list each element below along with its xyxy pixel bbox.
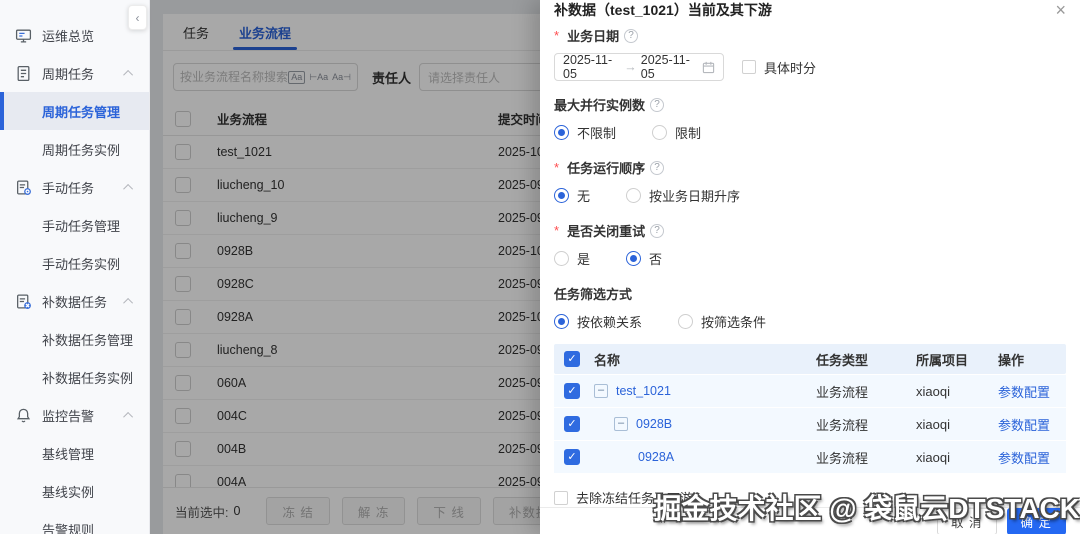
bell-icon [15, 407, 32, 424]
radio-icon [626, 251, 642, 266]
help-icon[interactable]: ? [650, 97, 665, 112]
task-row: 0928B 业务流程 xiaoqi 参数配置 [554, 408, 1066, 440]
task-row: 0928A 业务流程 xiaoqi 参数配置 [554, 441, 1066, 473]
drawer-footer: 取 消 确 定 [540, 507, 1080, 534]
task-type: 业务流程 [816, 384, 869, 400]
radio-limited[interactable]: 限制 [652, 123, 701, 142]
help-icon[interactable]: ? [650, 160, 665, 175]
run-order-label: 任务运行顺序 ? [554, 158, 1066, 177]
sidebar-group-cycle-task[interactable]: 周期任务 [0, 54, 149, 92]
calendar-icon [702, 61, 715, 74]
arrow-right-icon: → [624, 60, 637, 74]
radio-unlimited[interactable]: 不限制 [554, 123, 616, 142]
task-table-body: test_1021 业务流程 xiaoqi 参数配置 0928B [554, 375, 1066, 473]
chevron-up-icon [123, 411, 134, 422]
radio-icon [554, 251, 569, 266]
monitor-icon [15, 27, 32, 44]
column-task-name: 名称 [594, 352, 621, 368]
cancel-button[interactable]: 取 消 [937, 508, 997, 534]
task-row: test_1021 业务流程 xiaoqi 参数配置 [554, 375, 1066, 407]
param-config-link[interactable]: 参数配置 [998, 448, 1056, 467]
radio-icon [554, 125, 569, 140]
param-config-link[interactable]: 参数配置 [998, 382, 1056, 401]
task-project: xiaoqi [916, 383, 950, 399]
task-checkbox[interactable] [564, 383, 580, 399]
task-select-table: 名称 任务类型 所属项目 操作 test_1021 业务流程 [554, 344, 1066, 473]
close-icon[interactable]: × [1055, 1, 1066, 19]
radio-icon [554, 188, 569, 203]
column-task-type: 任务类型 [816, 352, 869, 368]
sidebar-item-cycle-task-manage[interactable]: 周期任务管理 [0, 92, 149, 130]
radio-retry-yes[interactable]: 是 [554, 249, 590, 268]
radio-icon [652, 125, 668, 140]
sidebar-item-baseline-instance[interactable]: 基线实例 [0, 472, 149, 510]
task-checkbox[interactable] [564, 449, 580, 465]
radio-retry-no[interactable]: 否 [626, 249, 662, 268]
sidebar-item-manual-task-manage[interactable]: 手动任务管理 [0, 206, 149, 244]
exact-time-checkbox[interactable]: 具体时分 [742, 58, 816, 77]
filter-mode-label: 任务筛选方式 [554, 287, 633, 302]
checkbox-icon [742, 60, 756, 74]
select-all-tasks-checkbox[interactable] [564, 351, 580, 367]
task-name-link[interactable]: 0928B [636, 417, 672, 431]
sidebar-collapse-button[interactable]: ‹ [128, 5, 147, 30]
chevron-up-icon [123, 69, 134, 80]
collapse-node-icon[interactable] [594, 384, 608, 398]
modal-mask[interactable] [150, 0, 540, 534]
task-checkbox[interactable] [564, 416, 580, 432]
document-icon [15, 65, 32, 82]
sidebar-item-supplement-task-instance[interactable]: 补数据任务实例 [0, 358, 149, 396]
task-project: xiaoqi [916, 416, 950, 432]
collapse-node-icon[interactable] [614, 417, 628, 431]
radio-order-asc[interactable]: 按业务日期升序 [626, 186, 740, 205]
radio-order-none[interactable]: 无 [554, 186, 590, 205]
close-retry-label: 是否关闭重试 ? [554, 221, 1066, 240]
chevron-up-icon [123, 183, 134, 194]
radio-by-condition[interactable]: 按筛选条件 [678, 312, 766, 331]
business-date-label: 业务日期 ? [554, 26, 1066, 45]
clipboard-icon [15, 179, 32, 196]
sidebar-item-cycle-task-instance[interactable]: 周期任务实例 [0, 130, 149, 168]
task-name-link[interactable]: 0928A [638, 450, 674, 464]
max-parallel-label: 最大并行实例数 ? [554, 95, 1066, 114]
column-project: 所属项目 [916, 352, 969, 368]
sidebar-item-baseline-manage[interactable]: 基线管理 [0, 434, 149, 472]
radio-icon [554, 314, 569, 329]
drawer-title: 补数据（test_1021）当前及其下游 [554, 2, 772, 18]
task-type: 业务流程 [816, 450, 869, 466]
sidebar-item-manual-task-instance[interactable]: 手动任务实例 [0, 244, 149, 282]
chevron-left-icon: ‹ [135, 10, 140, 25]
column-action: 操作 [998, 352, 1025, 368]
drawer-body: 业务日期 ? 2025-11-05 → 2025-11-05 具体时分 最大并行… [540, 20, 1080, 507]
drawer-header: 补数据（test_1021）当前及其下游 × [540, 0, 1080, 20]
remove-frozen-checkbox[interactable]: 去除冻结任务及下游 [554, 488, 1066, 507]
sidebar-group-manual-task[interactable]: 手动任务 [0, 168, 149, 206]
sidebar-item-supplement-task-manage[interactable]: 补数据任务管理 [0, 320, 149, 358]
start-date: 2025-11-05 [563, 53, 613, 81]
task-name-link[interactable]: test_1021 [616, 384, 671, 398]
radio-by-dependency[interactable]: 按依赖关系 [554, 312, 642, 331]
radio-icon [626, 188, 642, 203]
end-date: 2025-11-05 [640, 53, 690, 81]
chevron-up-icon [123, 297, 134, 308]
help-icon[interactable]: ? [650, 223, 665, 238]
sidebar-item-ops-overview[interactable]: 运维总览 [0, 16, 149, 54]
sidebar: ‹ 运维总览 周期任务 周期任务管理 周期任务实例 手动任务 手动任务管理 手动… [0, 0, 150, 534]
clipboard-gear-icon [15, 293, 32, 310]
supplement-data-drawer: 补数据（test_1021）当前及其下游 × 业务日期 ? 2025-11-05… [540, 0, 1080, 534]
checkbox-icon [554, 490, 568, 505]
task-project: xiaoqi [916, 449, 950, 465]
radio-icon [678, 314, 694, 329]
confirm-button[interactable]: 确 定 [1006, 508, 1066, 534]
param-config-link[interactable]: 参数配置 [998, 415, 1056, 434]
help-icon[interactable]: ? [624, 28, 639, 43]
sidebar-item-alert-rules[interactable]: 告警规则 [0, 510, 149, 534]
sidebar-group-monitor-alert[interactable]: 监控告警 [0, 396, 149, 434]
business-date-range-picker[interactable]: 2025-11-05 → 2025-11-05 [554, 53, 724, 81]
task-type: 业务流程 [816, 417, 869, 433]
sidebar-group-supplement-task[interactable]: 补数据任务 [0, 282, 149, 320]
task-table-header: 名称 任务类型 所属项目 操作 [554, 344, 1066, 374]
